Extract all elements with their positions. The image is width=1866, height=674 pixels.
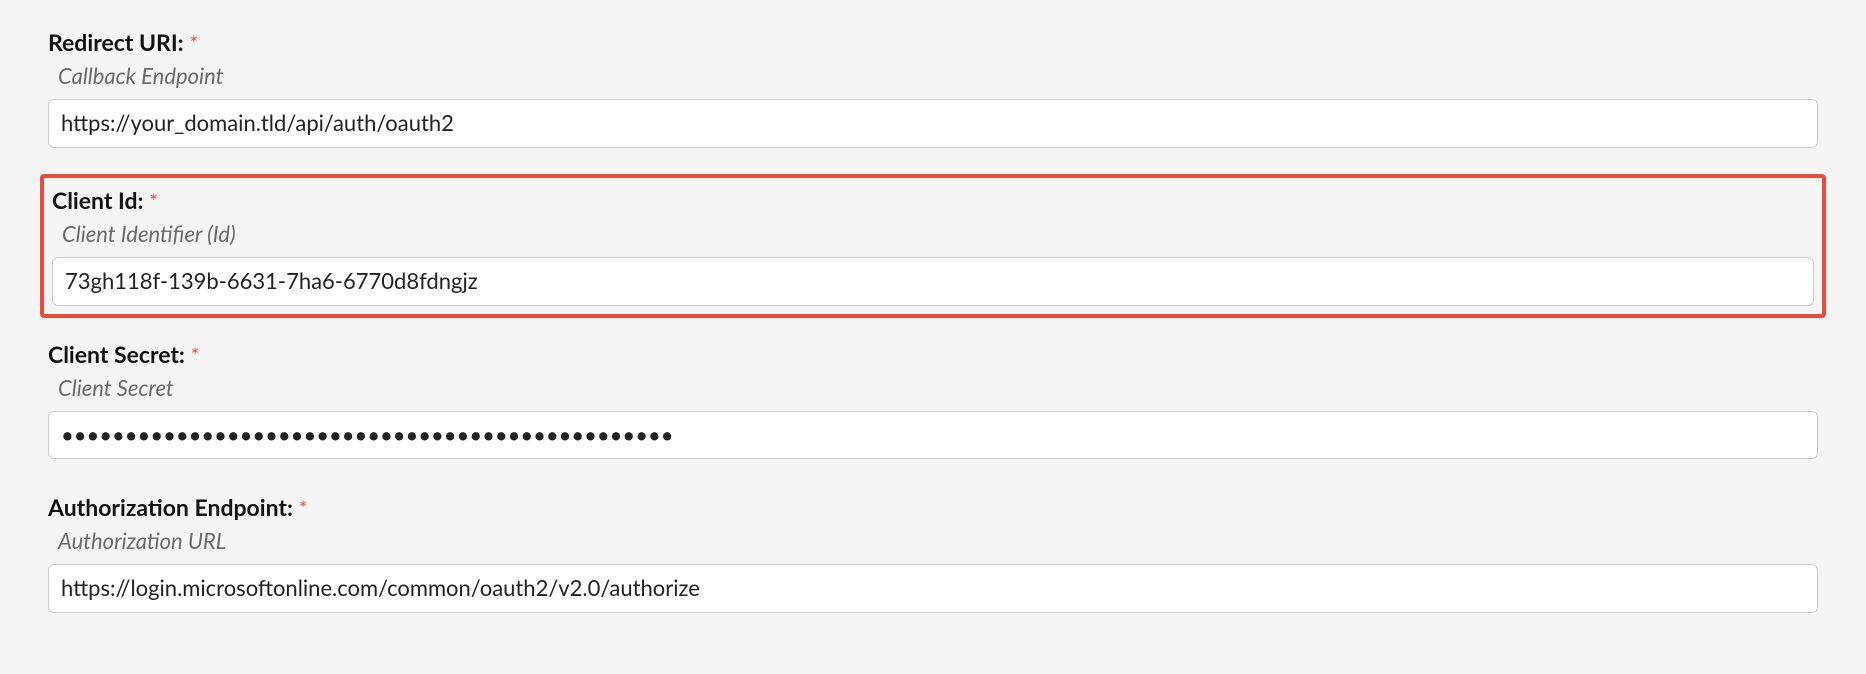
required-indicator: *: [190, 32, 199, 56]
authorization-endpoint-input[interactable]: [48, 564, 1818, 613]
authorization-endpoint-group: Authorization Endpoint: * Authorization …: [40, 485, 1826, 621]
client-id-group: Client Id: * Client Identifier (Id): [40, 174, 1826, 318]
label-row: Authorization Endpoint: *: [48, 493, 1818, 521]
redirect-uri-label: Redirect URI:: [48, 28, 184, 56]
client-id-input[interactable]: [52, 257, 1814, 306]
redirect-uri-input[interactable]: [48, 99, 1818, 148]
client-secret-label: Client Secret:: [48, 340, 185, 368]
redirect-uri-description: Callback Endpoint: [58, 62, 1818, 89]
client-secret-group: Client Secret: * Client Secret: [40, 332, 1826, 468]
label-row: Redirect URI: *: [48, 28, 1818, 56]
client-secret-input[interactable]: [48, 411, 1818, 460]
authorization-endpoint-description: Authorization URL: [58, 527, 1818, 554]
authorization-endpoint-label: Authorization Endpoint:: [48, 493, 293, 521]
label-row: Client Id: *: [52, 186, 1814, 214]
required-indicator: *: [191, 344, 200, 368]
client-secret-description: Client Secret: [58, 374, 1818, 401]
label-row: Client Secret: *: [48, 340, 1818, 368]
redirect-uri-group: Redirect URI: * Callback Endpoint: [40, 20, 1826, 156]
required-indicator: *: [299, 497, 308, 521]
client-id-description: Client Identifier (Id): [62, 220, 1814, 247]
required-indicator: *: [149, 190, 158, 214]
client-id-label: Client Id:: [52, 186, 143, 214]
